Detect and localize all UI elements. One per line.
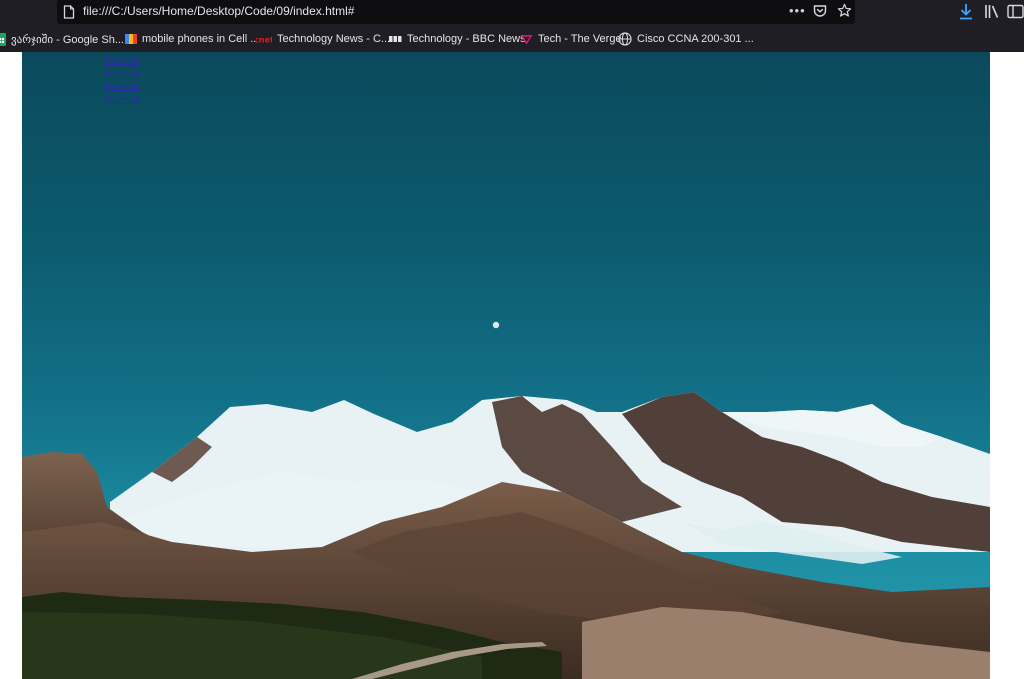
globe-icon xyxy=(618,32,632,46)
bookmark-label: Technology News - C... xyxy=(277,33,391,45)
library-icon[interactable] xyxy=(984,4,1000,19)
more-icon[interactable]: ••• xyxy=(789,3,806,18)
svg-text:cnet: cnet xyxy=(256,36,272,45)
bookmark-label: mobile phones in Cell ... xyxy=(142,33,260,45)
bookmark-google-sheets[interactable]: ვარჯიში - Google Sh... xyxy=(0,31,124,47)
url-toolbar: file:///C:/Users/Home/Desktop/Code/09/in… xyxy=(0,0,1024,24)
bookmark-cisco-ccna[interactable]: Cisco CCNA 200-301 ... xyxy=(618,31,754,47)
hero-image-mountain-landscape xyxy=(22,52,990,679)
download-icon[interactable] xyxy=(958,3,974,20)
moon xyxy=(492,321,500,329)
star-icon[interactable] xyxy=(837,3,852,18)
sidebar-icon[interactable] xyxy=(1007,4,1024,19)
bookmark-label: Cisco CCNA 200-301 ... xyxy=(637,33,754,45)
cnet-icon: cnet xyxy=(256,34,272,45)
mountain-illustration xyxy=(22,321,990,679)
nav-links: Facebook Facebook Facebook Facebook xyxy=(105,54,165,106)
nav-link-facebook[interactable]: Facebook xyxy=(105,80,165,93)
bookmarks-toolbar: ვარჯიში - Google Sh... mobile phones in … xyxy=(0,28,1024,50)
page-icon xyxy=(63,5,75,19)
bookmark-label: Tech - The Verge xyxy=(538,33,622,45)
nav-link-facebook[interactable]: Facebook xyxy=(105,54,165,67)
nav-link-facebook[interactable]: Facebook xyxy=(105,67,165,80)
pocket-icon[interactable] xyxy=(813,4,827,18)
bookmark-bbc[interactable]: Technology - BBC News xyxy=(389,31,526,47)
bookmark-mobile-phones[interactable]: mobile phones in Cell ... xyxy=(125,31,259,47)
nav-link-facebook[interactable]: Facebook xyxy=(105,93,165,106)
url-text[interactable]: file:///C:/Users/Home/Desktop/Code/09/in… xyxy=(83,4,354,18)
bookmark-cnet[interactable]: cnet Technology News - C... xyxy=(256,31,390,47)
bookmark-the-verge[interactable]: Tech - The Verge xyxy=(520,31,622,47)
folder-icon xyxy=(125,34,137,44)
browser-chrome: file:///C:/Users/Home/Desktop/Code/09/in… xyxy=(0,0,1024,52)
google-sheets-icon xyxy=(0,32,6,46)
bbc-icon xyxy=(389,36,402,42)
url-bar[interactable]: file:///C:/Users/Home/Desktop/Code/09/in… xyxy=(57,0,855,24)
bookmark-label: Technology - BBC News xyxy=(407,33,526,45)
page-viewport: Facebook Facebook Facebook Facebook xyxy=(0,52,1024,679)
bookmark-label: ვარჯიში - Google Sh... xyxy=(11,33,124,46)
verge-icon xyxy=(520,34,533,44)
